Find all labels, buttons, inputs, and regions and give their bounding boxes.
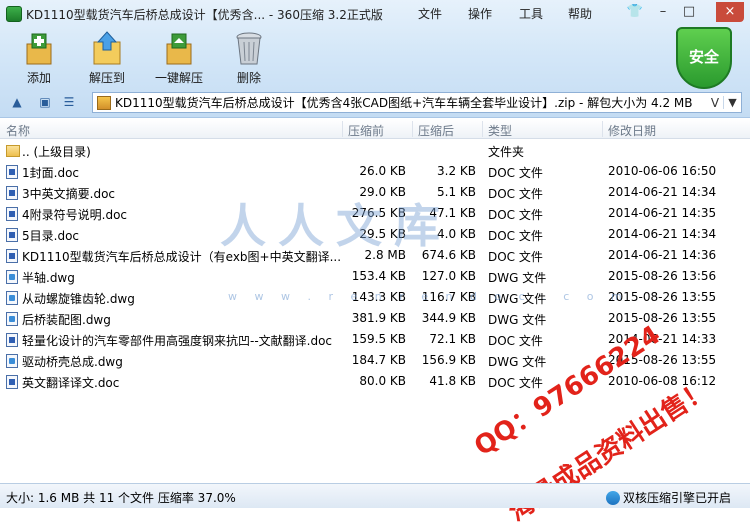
dwg-file-icon xyxy=(6,270,18,284)
add-button[interactable]: 添加 xyxy=(4,30,74,88)
add-button-label: 添加 xyxy=(26,71,51,85)
dwg-file-icon xyxy=(6,312,18,326)
doc-file-icon xyxy=(6,228,18,242)
col-packed-size[interactable]: 压缩后 xyxy=(418,122,454,139)
status-bar: 大小: 1.6 MB 共 11 个文件 压缩率 37.0% 双核压缩引擎已开启 xyxy=(0,483,750,508)
list-item[interactable]: .. (上级目录) 文件夹 xyxy=(0,140,750,161)
doc-file-icon xyxy=(6,165,18,179)
up-arrow-icon[interactable]: ▲ xyxy=(8,94,26,110)
menu-file[interactable]: 文件 xyxy=(418,5,442,22)
menu-tools[interactable]: 工具 xyxy=(519,5,543,22)
view-list-icon[interactable]: ☰ xyxy=(60,94,78,110)
delete-label: 删除 xyxy=(236,71,261,85)
delete-trash-icon xyxy=(230,30,268,66)
column-header: 名称 压缩前 压缩后 类型 修改日期 xyxy=(0,119,750,139)
list-item[interactable]: 1封面.doc 26.0 KB 3.2 KB DOC 文件 2010-06-06… xyxy=(0,161,750,182)
title-bar: KD1110型载货汽车后桥总成设计【优秀含... - 360压缩 3.2正式版 … xyxy=(0,0,750,28)
status-summary: 大小: 1.6 MB 共 11 个文件 压缩率 37.0% xyxy=(6,491,236,505)
extract-to-button[interactable]: 解压到 xyxy=(72,30,142,88)
one-click-extract-icon xyxy=(160,30,198,66)
zip-archive-icon xyxy=(97,95,111,110)
address-dropdown-icon[interactable]: ▼ xyxy=(723,96,741,109)
list-item[interactable]: 半轴.dwg 153.4 KB 127.0 KB DWG 文件 2015-08-… xyxy=(0,266,750,287)
skin-icon[interactable]: 👕 xyxy=(624,2,646,22)
doc-file-icon xyxy=(6,333,18,347)
extract-to-label: 解压到 xyxy=(88,71,125,85)
minimize-button[interactable]: – xyxy=(652,2,674,22)
engine-status-text: 双核压缩引擎已开启 xyxy=(623,491,732,505)
col-name[interactable]: 名称 xyxy=(6,122,30,139)
one-click-extract-label: 一键解压 xyxy=(154,71,203,85)
col-original-size[interactable]: 压缩前 xyxy=(348,122,384,139)
app-logo-icon xyxy=(6,6,22,22)
doc-file-icon xyxy=(6,375,18,389)
address-bar[interactable]: KD1110型载货汽车后桥总成设计【优秀含4张CAD图纸+汽车车辆全套毕业设计】… xyxy=(92,92,742,113)
window-title: KD1110型载货汽车后桥总成设计【优秀含... - 360压缩 3.2正式版 xyxy=(26,8,383,22)
dwg-file-icon xyxy=(6,291,18,305)
doc-file-icon xyxy=(6,249,18,263)
address-v-marker: V xyxy=(710,95,720,110)
maximize-button[interactable]: □ xyxy=(678,2,700,22)
doc-file-icon xyxy=(6,207,18,221)
add-archive-icon xyxy=(20,30,58,66)
menu-operate[interactable]: 操作 xyxy=(468,5,492,22)
engine-status[interactable]: 双核压缩引擎已开启 xyxy=(606,489,731,506)
engine-icon xyxy=(606,490,620,505)
close-button[interactable]: × xyxy=(716,2,744,22)
dwg-file-icon xyxy=(6,354,18,368)
one-click-extract-button[interactable]: 一键解压 xyxy=(144,30,214,88)
extract-to-icon xyxy=(88,30,126,66)
view-large-icon[interactable]: ▣ xyxy=(36,94,54,110)
menu-help[interactable]: 帮助 xyxy=(568,5,592,22)
col-modified[interactable]: 修改日期 xyxy=(608,122,656,139)
list-item[interactable]: 英文翻译译文.doc 80.0 KB 41.8 KB DOC 文件 2010-0… xyxy=(0,371,750,392)
folder-icon xyxy=(6,145,20,157)
watermark-logo: 人人文库 xyxy=(220,199,452,253)
security-shield-badge[interactable]: 安全 xyxy=(676,27,732,89)
delete-button[interactable]: 删除 xyxy=(214,30,284,88)
col-type[interactable]: 类型 xyxy=(488,122,512,139)
watermark-url: w w w . r e n r e n d o c . c o m xyxy=(228,290,629,303)
doc-file-icon xyxy=(6,186,18,200)
archive-path: KD1110型载货汽车后桥总成设计【优秀含4张CAD图纸+汽车车辆全套毕业设计】… xyxy=(115,96,693,110)
